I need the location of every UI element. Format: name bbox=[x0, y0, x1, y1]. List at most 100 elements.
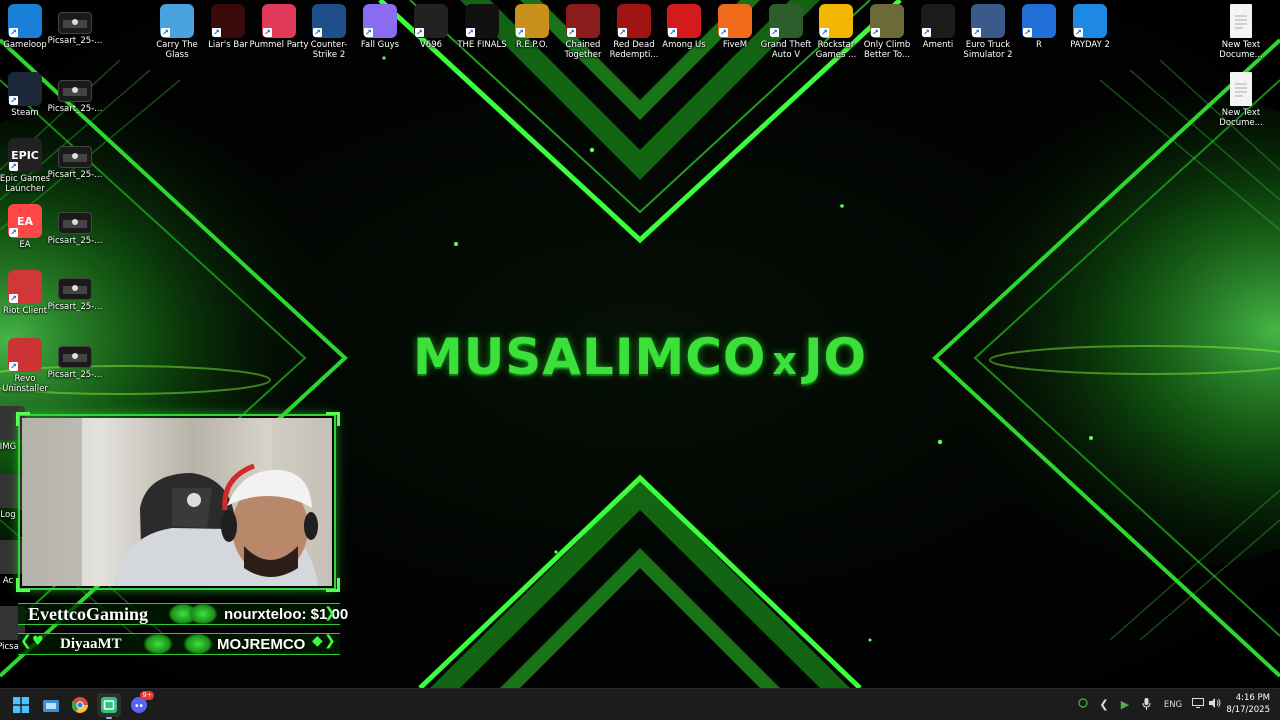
fall-guys-icon: ↗ bbox=[363, 4, 397, 38]
shortcut-arrow-icon: ↗ bbox=[212, 28, 221, 37]
mic-shape bbox=[1142, 698, 1150, 710]
streaming-app-button[interactable] bbox=[97, 693, 121, 719]
picsart-image-icon bbox=[58, 346, 92, 368]
the-finals-icon: ↗ bbox=[465, 4, 499, 38]
picsart-image-icon bbox=[58, 146, 92, 168]
start-button[interactable] bbox=[9, 693, 33, 717]
shortcut-arrow-icon: ↗ bbox=[618, 28, 627, 37]
shortcut-arrow-icon: ↗ bbox=[567, 28, 576, 37]
shortcut-arrow-icon: ↗ bbox=[1074, 28, 1083, 37]
wallpaper-title-x: x bbox=[772, 339, 798, 383]
alert-row-top: EvettcoGaming nourxteloo: $1.00 ❯ bbox=[18, 600, 348, 628]
desktop-icon-label: New Text Docume... bbox=[1219, 40, 1263, 60]
wallpaper-title-right: JO bbox=[803, 328, 868, 386]
chevron-right-icon: ❯ bbox=[324, 633, 336, 649]
pummel-party-icon: ↗ bbox=[262, 4, 296, 38]
circle-status-icon bbox=[1078, 698, 1088, 708]
fivem-icon: ↗ bbox=[718, 4, 752, 38]
picsart-image-icon bbox=[58, 212, 92, 234]
ea-icon: EA ↗ bbox=[8, 204, 42, 238]
desktop-icon[interactable]: New Text Docume... bbox=[1211, 4, 1271, 60]
shortcut-arrow-icon: ↗ bbox=[770, 28, 779, 37]
frame-corner bbox=[16, 578, 30, 592]
clock-date: 8/17/2025 bbox=[1226, 705, 1270, 715]
picsart-image-icon bbox=[58, 12, 92, 34]
play-icon[interactable]: ▶ bbox=[1119, 698, 1131, 712]
alert-decoration bbox=[183, 633, 213, 655]
shortcut-arrow-icon: ↗ bbox=[9, 294, 18, 303]
shortcut-arrow-icon: ↗ bbox=[9, 96, 18, 105]
desktop-icon[interactable]: Picsart_25-... bbox=[45, 338, 105, 380]
shortcut-arrow-icon: ↗ bbox=[263, 28, 272, 37]
desktop-icon[interactable]: New Text Docume... bbox=[1211, 72, 1271, 128]
desktop-icon[interactable]: ↗ PAYDAY 2 bbox=[1060, 4, 1120, 50]
desktop-icon-label: Picsart_25-... bbox=[47, 370, 103, 380]
webcam-overlay bbox=[16, 410, 340, 594]
diamond-icon: ◆ bbox=[312, 633, 323, 649]
desktop-icon[interactable]: Picsart_25-... bbox=[45, 138, 105, 180]
shortcut-arrow-icon: ↗ bbox=[364, 28, 373, 37]
desktop-icon[interactable]: Picsart_25-... bbox=[45, 270, 105, 312]
shortcut-arrow-icon: ↗ bbox=[719, 28, 728, 37]
shortcut-arrow-icon: ↗ bbox=[9, 362, 18, 371]
desktop-icon[interactable]: Picsart_25-... bbox=[45, 4, 105, 46]
discord-button[interactable]: 9+ bbox=[127, 691, 154, 717]
file-explorer-icon bbox=[43, 700, 59, 712]
monitor-shape bbox=[1192, 698, 1204, 708]
shortcut-arrow-icon: ↗ bbox=[313, 28, 322, 37]
chained-together-icon: ↗ bbox=[566, 4, 600, 38]
file-explorer-button[interactable] bbox=[39, 693, 63, 717]
among-us-icon: ↗ bbox=[667, 4, 701, 38]
desktop-icon[interactable]: Picsart_25-... bbox=[45, 72, 105, 114]
frame-corner bbox=[16, 412, 30, 426]
windows-logo-icon bbox=[13, 697, 29, 713]
back-icon[interactable]: ❮ bbox=[1098, 698, 1110, 712]
only-climb-icon: ↗ bbox=[870, 4, 904, 38]
microphone-icon[interactable] bbox=[1140, 698, 1152, 712]
carry-the-glass-icon: ↗ bbox=[160, 4, 194, 38]
running-indicator bbox=[106, 717, 112, 719]
wallpaper-title-left: MUSALIMCO bbox=[412, 328, 767, 386]
repo-icon: ↗ bbox=[515, 4, 549, 38]
network-status-icon[interactable] bbox=[1077, 698, 1089, 712]
shortcut-arrow-icon: ↗ bbox=[161, 28, 170, 37]
shortcut-arrow-icon: ↗ bbox=[9, 162, 18, 171]
text-document-icon bbox=[1230, 4, 1252, 38]
rockstar-icon: ↗ bbox=[819, 4, 853, 38]
rocket-league-icon: ↗ bbox=[1022, 4, 1056, 38]
counter-strike-icon: ↗ bbox=[312, 4, 346, 38]
language-indicator[interactable]: ENG bbox=[1161, 698, 1185, 712]
chevron-left-icon: ❮ bbox=[20, 633, 32, 649]
frame-corner bbox=[326, 578, 340, 592]
webcam-feed bbox=[22, 418, 332, 586]
clock-time: 4:16 PM bbox=[1235, 693, 1270, 703]
notification-badge: 9+ bbox=[140, 691, 154, 700]
desktop-icon-label: Picsart_25-... bbox=[47, 104, 103, 114]
desktop-icon[interactable]: Picsart_25-... bbox=[45, 204, 105, 246]
shortcut-arrow-icon: ↗ bbox=[871, 28, 880, 37]
shortcut-arrow-icon: ↗ bbox=[9, 228, 18, 237]
chrome-button[interactable] bbox=[68, 693, 92, 717]
chrome-icon bbox=[72, 697, 88, 713]
shortcut-arrow-icon: ↗ bbox=[922, 28, 931, 37]
streaming-app-icon bbox=[101, 697, 117, 713]
shortcut-arrow-icon: ↗ bbox=[9, 28, 18, 37]
latest-follower: EvettcoGaming bbox=[28, 604, 148, 624]
system-clock[interactable]: 4:16 PM 8/17/2025 bbox=[1210, 692, 1270, 716]
gameloop-icon: ↗ bbox=[8, 4, 42, 38]
steam-icon: ↗ bbox=[8, 72, 42, 106]
display-icon[interactable] bbox=[1191, 698, 1205, 712]
amenti-icon: ↗ bbox=[921, 4, 955, 38]
riot-icon: ↗ bbox=[8, 270, 42, 304]
gta-v-icon: ↗ bbox=[769, 4, 803, 38]
shortcut-arrow-icon: ↗ bbox=[415, 28, 424, 37]
frame-corner bbox=[326, 412, 340, 426]
desktop-icon-label: Picsart_25-... bbox=[47, 302, 103, 312]
picsart-image-icon bbox=[58, 80, 92, 102]
liars-bar-icon: ↗ bbox=[211, 4, 245, 38]
revo-uninstaller-icon: ↗ bbox=[8, 338, 42, 372]
shortcut-arrow-icon: ↗ bbox=[1023, 28, 1032, 37]
shortcut-arrow-icon: ↗ bbox=[516, 28, 525, 37]
desktop-icon-label: Picsart_25-... bbox=[47, 170, 103, 180]
desktop-icon-label: New Text Docume... bbox=[1219, 108, 1263, 128]
